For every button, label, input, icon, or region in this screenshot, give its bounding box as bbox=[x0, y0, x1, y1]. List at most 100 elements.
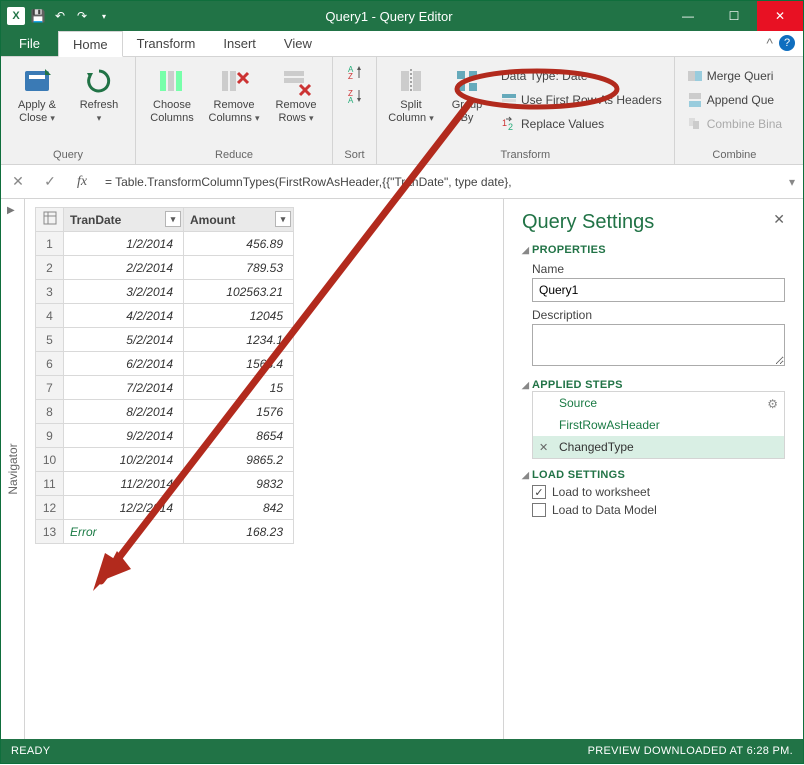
cell-trandate[interactable]: 2/2/2014 bbox=[64, 256, 184, 280]
cell-amount[interactable]: 842 bbox=[184, 496, 294, 520]
column-header-trandate[interactable]: TranDate ▾ bbox=[64, 208, 184, 232]
first-row-headers-button[interactable]: Use First Row As Headers bbox=[497, 89, 666, 111]
table-row[interactable]: 66/2/20141568.4 bbox=[36, 352, 294, 376]
table-row[interactable]: 1010/2/20149865.2 bbox=[36, 448, 294, 472]
table-row[interactable]: 33/2/2014102563.21 bbox=[36, 280, 294, 304]
row-number[interactable]: 9 bbox=[36, 424, 64, 448]
filter-dropdown-icon[interactable]: ▾ bbox=[275, 211, 291, 227]
combine-binaries-button[interactable]: Combine Bina bbox=[683, 113, 786, 135]
cell-amount[interactable]: 456.89 bbox=[184, 232, 294, 256]
row-number[interactable]: 5 bbox=[36, 328, 64, 352]
row-number[interactable]: 11 bbox=[36, 472, 64, 496]
save-icon[interactable]: 💾 bbox=[29, 7, 47, 25]
cell-amount[interactable]: 1576 bbox=[184, 400, 294, 424]
minimize-button[interactable]: — bbox=[665, 1, 711, 31]
file-tab[interactable]: File bbox=[1, 30, 58, 56]
collapse-ribbon-icon[interactable]: ^ bbox=[766, 35, 773, 51]
cell-trandate[interactable]: 4/2/2014 bbox=[64, 304, 184, 328]
close-button[interactable]: ✕ bbox=[757, 1, 803, 31]
delete-step-icon[interactable]: ✕ bbox=[539, 441, 548, 454]
query-name-input[interactable] bbox=[532, 278, 785, 302]
accept-formula-button[interactable]: ✓ bbox=[41, 173, 59, 190]
cell-trandate[interactable]: 1/2/2014 bbox=[64, 232, 184, 256]
cell-amount[interactable]: 15 bbox=[184, 376, 294, 400]
cell-amount[interactable]: 168.23 bbox=[184, 520, 294, 544]
cell-trandate[interactable]: 10/2/2014 bbox=[64, 448, 184, 472]
cell-trandate[interactable]: 8/2/2014 bbox=[64, 400, 184, 424]
undo-icon[interactable]: ↶ bbox=[51, 7, 69, 25]
cell-amount[interactable]: 12045 bbox=[184, 304, 294, 328]
remove-rows-button[interactable]: Remove Rows ▾ bbox=[268, 61, 324, 124]
load-datamodel-checkbox[interactable]: Load to Data Model bbox=[532, 503, 785, 517]
tab-insert[interactable]: Insert bbox=[209, 30, 270, 56]
error-cell[interactable]: Error bbox=[64, 520, 184, 544]
cell-trandate[interactable]: 6/2/2014 bbox=[64, 352, 184, 376]
table-row[interactable]: 77/2/201415 bbox=[36, 376, 294, 400]
expand-formula-button[interactable]: ▾ bbox=[789, 175, 795, 189]
merge-queries-button[interactable]: Merge Queri bbox=[683, 65, 786, 87]
row-number[interactable]: 8 bbox=[36, 400, 64, 424]
cell-trandate[interactable]: 12/2/2014 bbox=[64, 496, 184, 520]
table-row[interactable]: 99/2/20148654 bbox=[36, 424, 294, 448]
table-corner[interactable] bbox=[36, 208, 64, 232]
redo-icon[interactable]: ↷ bbox=[73, 7, 91, 25]
applied-steps-heading[interactable]: APPLIED STEPS bbox=[522, 379, 785, 391]
cell-amount[interactable]: 8654 bbox=[184, 424, 294, 448]
navigator-pane-collapsed[interactable]: ▶ Navigator bbox=[1, 199, 25, 739]
tab-view[interactable]: View bbox=[270, 30, 326, 56]
applied-step[interactable]: FirstRowAsHeader bbox=[533, 414, 784, 436]
remove-columns-button[interactable]: Remove Columns ▾ bbox=[206, 61, 262, 124]
maximize-button[interactable]: ☐ bbox=[711, 1, 757, 31]
cell-amount[interactable]: 1568.4 bbox=[184, 352, 294, 376]
row-number[interactable]: 4 bbox=[36, 304, 64, 328]
group-by-button[interactable]: Group By bbox=[443, 61, 491, 135]
cell-amount[interactable]: 789.53 bbox=[184, 256, 294, 280]
expand-navigator-icon[interactable]: ▶ bbox=[7, 205, 15, 216]
cell-amount[interactable]: 9865.2 bbox=[184, 448, 294, 472]
replace-values-button[interactable]: 12 Replace Values bbox=[497, 113, 666, 135]
row-number[interactable]: 2 bbox=[36, 256, 64, 280]
row-number[interactable]: 3 bbox=[36, 280, 64, 304]
choose-columns-button[interactable]: Choose Columns bbox=[144, 61, 200, 124]
cell-trandate[interactable]: 11/2/2014 bbox=[64, 472, 184, 496]
filter-dropdown-icon[interactable]: ▾ bbox=[165, 211, 181, 227]
applied-step[interactable]: ✕ChangedType bbox=[533, 436, 784, 458]
sort-asc-button[interactable]: AZ bbox=[341, 61, 368, 83]
cell-trandate[interactable]: 7/2/2014 bbox=[64, 376, 184, 400]
formula-text[interactable]: = Table.TransformColumnTypes(FirstRowAsH… bbox=[105, 175, 775, 189]
gear-icon[interactable]: ⚙ bbox=[767, 397, 778, 411]
load-worksheet-checkbox[interactable]: ✓ Load to worksheet bbox=[532, 485, 785, 499]
cell-amount[interactable]: 102563.21 bbox=[184, 280, 294, 304]
help-icon[interactable]: ? bbox=[779, 35, 795, 51]
table-row[interactable]: 88/2/20141576 bbox=[36, 400, 294, 424]
column-header-amount[interactable]: Amount ▾ bbox=[184, 208, 294, 232]
table-row[interactable]: 11/2/2014456.89 bbox=[36, 232, 294, 256]
table-row[interactable]: 22/2/2014789.53 bbox=[36, 256, 294, 280]
row-number[interactable]: 1 bbox=[36, 232, 64, 256]
qat-dropdown-icon[interactable]: ▾ bbox=[95, 7, 113, 25]
query-description-input[interactable] bbox=[532, 324, 785, 366]
fx-icon[interactable]: fx bbox=[73, 174, 91, 190]
properties-heading[interactable]: PROPERTIES bbox=[522, 244, 785, 256]
load-settings-heading[interactable]: LOAD SETTINGS bbox=[522, 469, 785, 481]
table-row[interactable]: 1111/2/20149832 bbox=[36, 472, 294, 496]
applied-step[interactable]: Source⚙ bbox=[533, 392, 784, 414]
table-row[interactable]: 13Error168.23 bbox=[36, 520, 294, 544]
cancel-formula-button[interactable]: ✕ bbox=[9, 173, 27, 190]
row-number[interactable]: 12 bbox=[36, 496, 64, 520]
apply-close-button[interactable]: Apply & Close ▾ bbox=[9, 61, 65, 124]
close-settings-button[interactable]: ✕ bbox=[773, 211, 785, 228]
cell-trandate[interactable]: 5/2/2014 bbox=[64, 328, 184, 352]
cell-amount[interactable]: 1234.1 bbox=[184, 328, 294, 352]
append-queries-button[interactable]: Append Que bbox=[683, 89, 786, 111]
tab-transform[interactable]: Transform bbox=[123, 30, 210, 56]
cell-amount[interactable]: 9832 bbox=[184, 472, 294, 496]
split-column-button[interactable]: Split Column ▾ bbox=[385, 61, 437, 135]
row-number[interactable]: 7 bbox=[36, 376, 64, 400]
row-number[interactable]: 10 bbox=[36, 448, 64, 472]
table-row[interactable]: 1212/2/2014842 bbox=[36, 496, 294, 520]
row-number[interactable]: 6 bbox=[36, 352, 64, 376]
table-row[interactable]: 55/2/20141234.1 bbox=[36, 328, 294, 352]
table-row[interactable]: 44/2/201412045 bbox=[36, 304, 294, 328]
tab-home[interactable]: Home bbox=[58, 31, 123, 57]
